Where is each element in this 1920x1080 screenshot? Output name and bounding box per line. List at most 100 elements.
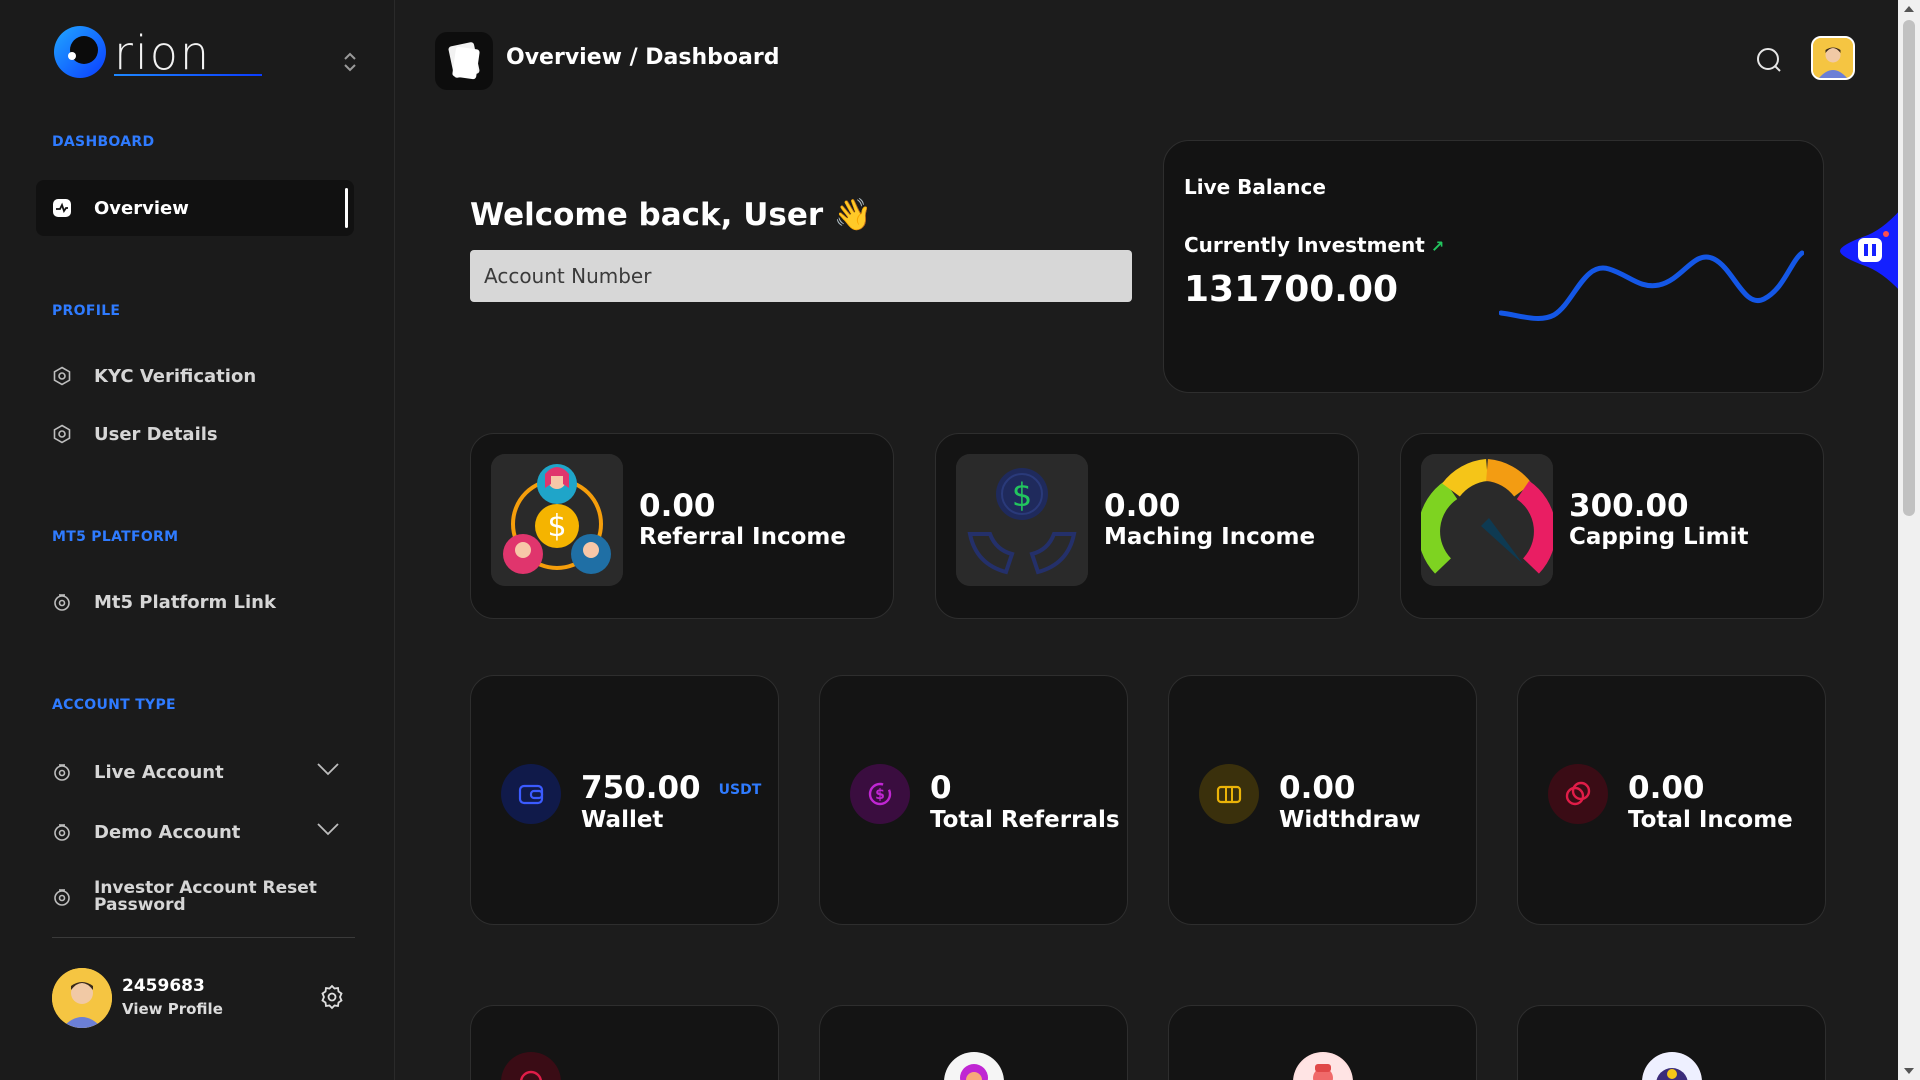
money-hands-icon: $: [956, 454, 1088, 586]
svg-text:$: $: [547, 509, 566, 544]
header-avatar[interactable]: [1811, 36, 1855, 80]
investment-label-text: Currently Investment: [1184, 233, 1425, 257]
live-balance-card: Live Balance Currently Investment ↗ 13170…: [1163, 140, 1824, 393]
income-value: 0.00: [639, 488, 716, 524]
scroll-up-arrow-icon[interactable]: [1904, 6, 1914, 12]
sidebar-item-demo-account[interactable]: Demo Account: [36, 804, 354, 860]
sidebar: rion DASHBOARD Overview PROFILE KYC Veri…: [0, 0, 395, 1080]
user-avatar-icon: [1642, 1052, 1702, 1080]
income-label: Capping Limit: [1569, 524, 1749, 550]
income-card-matching[interactable]: $ 0.00 Maching Income: [935, 433, 1359, 619]
brand-logo[interactable]: rion: [52, 22, 267, 82]
arrow-up-right-icon: ↗: [1430, 237, 1445, 256]
breadcrumb: Overview / Dashboard: [506, 45, 780, 70]
view-profile-link[interactable]: View Profile: [122, 1000, 223, 1018]
sidebar-item-label: Overview: [94, 197, 189, 219]
sidebar-item-label: Live Account: [94, 761, 224, 783]
income-card-capping[interactable]: 300.00 Capping Limit: [1400, 433, 1824, 619]
dollar-refresh-icon: $: [850, 764, 910, 824]
svg-text:$: $: [875, 787, 885, 803]
gear-icon: [52, 592, 72, 612]
label-line-2: Password: [94, 895, 186, 915]
brand-underline: [114, 74, 262, 76]
income-label: Referral Income: [639, 524, 846, 550]
sidebar-item-mt5-link[interactable]: Mt5 Platform Link: [36, 574, 354, 630]
income-label: Maching Income: [1104, 524, 1316, 550]
scroll-thumb[interactable]: [1903, 20, 1915, 516]
income-card-referral[interactable]: $ 0.00 Referral Income: [470, 433, 894, 619]
sidebar-item-kyc[interactable]: KYC Verification: [36, 348, 354, 404]
profile-id: 2459683: [122, 976, 205, 996]
gauge-icon: [1421, 454, 1553, 586]
gear-icon: [52, 887, 72, 907]
hexagon-settings-icon: [52, 424, 72, 444]
section-account-type: ACCOUNT TYPE: [52, 697, 176, 713]
brand-mark-icon: [54, 26, 106, 78]
stat-value: 0.00: [1628, 770, 1705, 806]
section-mt5: MT5 PLATFORM: [52, 529, 179, 545]
coins-icon: [1548, 764, 1608, 824]
stat-card-total-referrals[interactable]: $ 0 Total Referrals: [819, 675, 1128, 925]
stat-label: Total Income: [1628, 807, 1793, 833]
header-app-icon: [435, 32, 493, 90]
section-profile: PROFILE: [52, 303, 121, 319]
stat-label: Widthdraw: [1279, 807, 1421, 833]
wallet-icon: [501, 764, 561, 824]
coin-icon: [501, 1052, 561, 1080]
brand-name: rion: [114, 26, 211, 80]
document-icon: [448, 42, 480, 80]
gear-icon[interactable]: [319, 984, 345, 1010]
scroll-down-arrow-icon[interactable]: [1904, 1068, 1914, 1074]
stat-value: 0.00: [1279, 770, 1356, 806]
investment-value: 131700.00: [1184, 269, 1399, 310]
sidebar-item-live-account[interactable]: Live Account: [36, 744, 354, 800]
income-value: 0.00: [1104, 488, 1181, 524]
chevron-down-icon[interactable]: [316, 822, 340, 836]
balance-sparkline: [1499, 250, 1804, 321]
referral-network-icon: $: [491, 454, 623, 586]
gear-icon: [52, 762, 72, 782]
ticket-icon: [1199, 764, 1259, 824]
sidebar-item-label: Mt5 Platform Link: [94, 591, 276, 613]
search-icon[interactable]: [1755, 46, 1783, 74]
sidebar-item-user-details[interactable]: User Details: [36, 406, 354, 462]
wallet-amount: 750.00: [581, 770, 701, 806]
live-balance-title: Live Balance: [1184, 175, 1326, 199]
dashboard-icon: [52, 198, 72, 218]
stat-card-partial[interactable]: [819, 1005, 1128, 1080]
currency-unit: USDT: [718, 781, 762, 798]
stat-card-total-income[interactable]: 0.00 Total Income: [1517, 675, 1826, 925]
svg-text:$: $: [1012, 476, 1032, 514]
sidebar-item-label: Investor Account Reset Password: [94, 880, 317, 914]
stat-card-partial[interactable]: [1168, 1005, 1477, 1080]
sidebar-profile[interactable]: 2459683 View Profile: [52, 966, 355, 1030]
stat-card-wallet[interactable]: 750.00 USDT Wallet: [470, 675, 779, 925]
page-scrollbar[interactable]: [1898, 0, 1920, 1080]
chevron-down-icon[interactable]: [316, 762, 340, 776]
welcome-heading: Welcome back, User 👋: [470, 197, 873, 233]
income-value: 300.00: [1569, 488, 1689, 524]
stat-value: 750.00 USDT: [581, 770, 761, 806]
stat-card-withdraw[interactable]: 0.00 Widthdraw: [1168, 675, 1477, 925]
sidebar-item-overview[interactable]: Overview: [36, 180, 354, 236]
account-number-input[interactable]: [470, 250, 1132, 302]
hexagon-settings-icon: [52, 366, 72, 386]
stat-label: Total Referrals: [930, 807, 1120, 833]
gear-icon: [52, 822, 72, 842]
section-dashboard: DASHBOARD: [52, 134, 155, 150]
sidebar-item-investor-reset[interactable]: Investor Account Reset Password: [36, 867, 354, 927]
user-avatar-icon: [1293, 1052, 1353, 1080]
sidebar-item-label: Demo Account: [94, 821, 241, 843]
stat-card-partial[interactable]: [1517, 1005, 1826, 1080]
stat-value: 0: [930, 770, 952, 806]
user-avatar-icon: [944, 1052, 1004, 1080]
stat-card-partial[interactable]: [470, 1005, 779, 1080]
sidebar-divider: [52, 937, 355, 938]
sidebar-item-label: KYC Verification: [94, 365, 257, 387]
investment-label: Currently Investment ↗: [1184, 233, 1444, 257]
active-indicator: [345, 188, 348, 228]
switcher-chevrons-icon[interactable]: [340, 50, 360, 74]
avatar[interactable]: [52, 968, 112, 1028]
sidebar-item-label: User Details: [94, 423, 218, 445]
stat-label: Wallet: [581, 807, 664, 833]
